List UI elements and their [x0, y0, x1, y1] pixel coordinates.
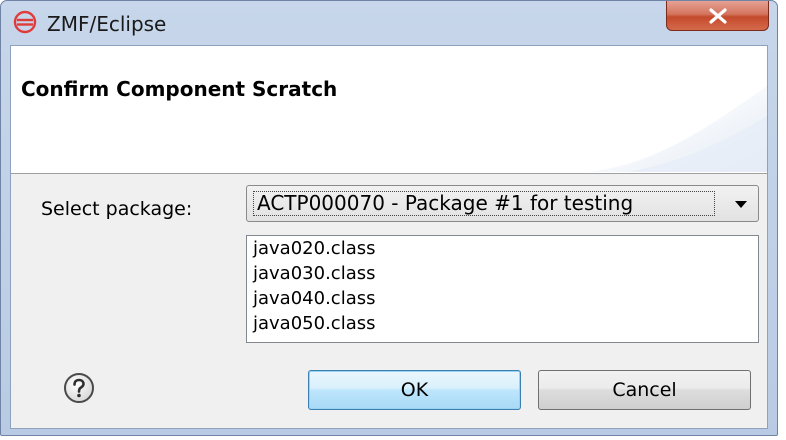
list-item[interactable]: java020.class [247, 236, 758, 261]
list-item[interactable]: java050.class [247, 311, 758, 336]
list-item[interactable]: java030.class [247, 261, 758, 286]
component-list[interactable]: java020.class java030.class java040.clas… [246, 235, 759, 343]
banner-decoration [587, 86, 767, 172]
close-button[interactable] [666, 1, 769, 31]
dialog-window: ZMF/Eclipse Confirm Component Scratch Se… [0, 0, 778, 436]
select-package-label: Select package: [41, 198, 193, 220]
package-dropdown-value: ACTP000070 - Package #1 for testing [253, 191, 715, 216]
dialog-heading: Confirm Component Scratch [21, 77, 338, 101]
ok-button[interactable]: OK [308, 370, 521, 410]
cancel-button[interactable]: Cancel [538, 370, 751, 410]
help-icon[interactable] [63, 372, 95, 404]
package-dropdown[interactable]: ACTP000070 - Package #1 for testing [246, 185, 759, 222]
window-title: ZMF/Eclipse [47, 12, 167, 36]
title-bar[interactable]: ZMF/Eclipse [1, 1, 777, 45]
dialog-body: Confirm Component Scratch Select package… [10, 45, 768, 429]
close-icon [708, 7, 727, 24]
title-area: Confirm Component Scratch [11, 46, 767, 174]
zmf-logo-icon [13, 10, 37, 34]
list-item[interactable]: java040.class [247, 286, 758, 311]
chevron-down-icon [735, 201, 747, 208]
